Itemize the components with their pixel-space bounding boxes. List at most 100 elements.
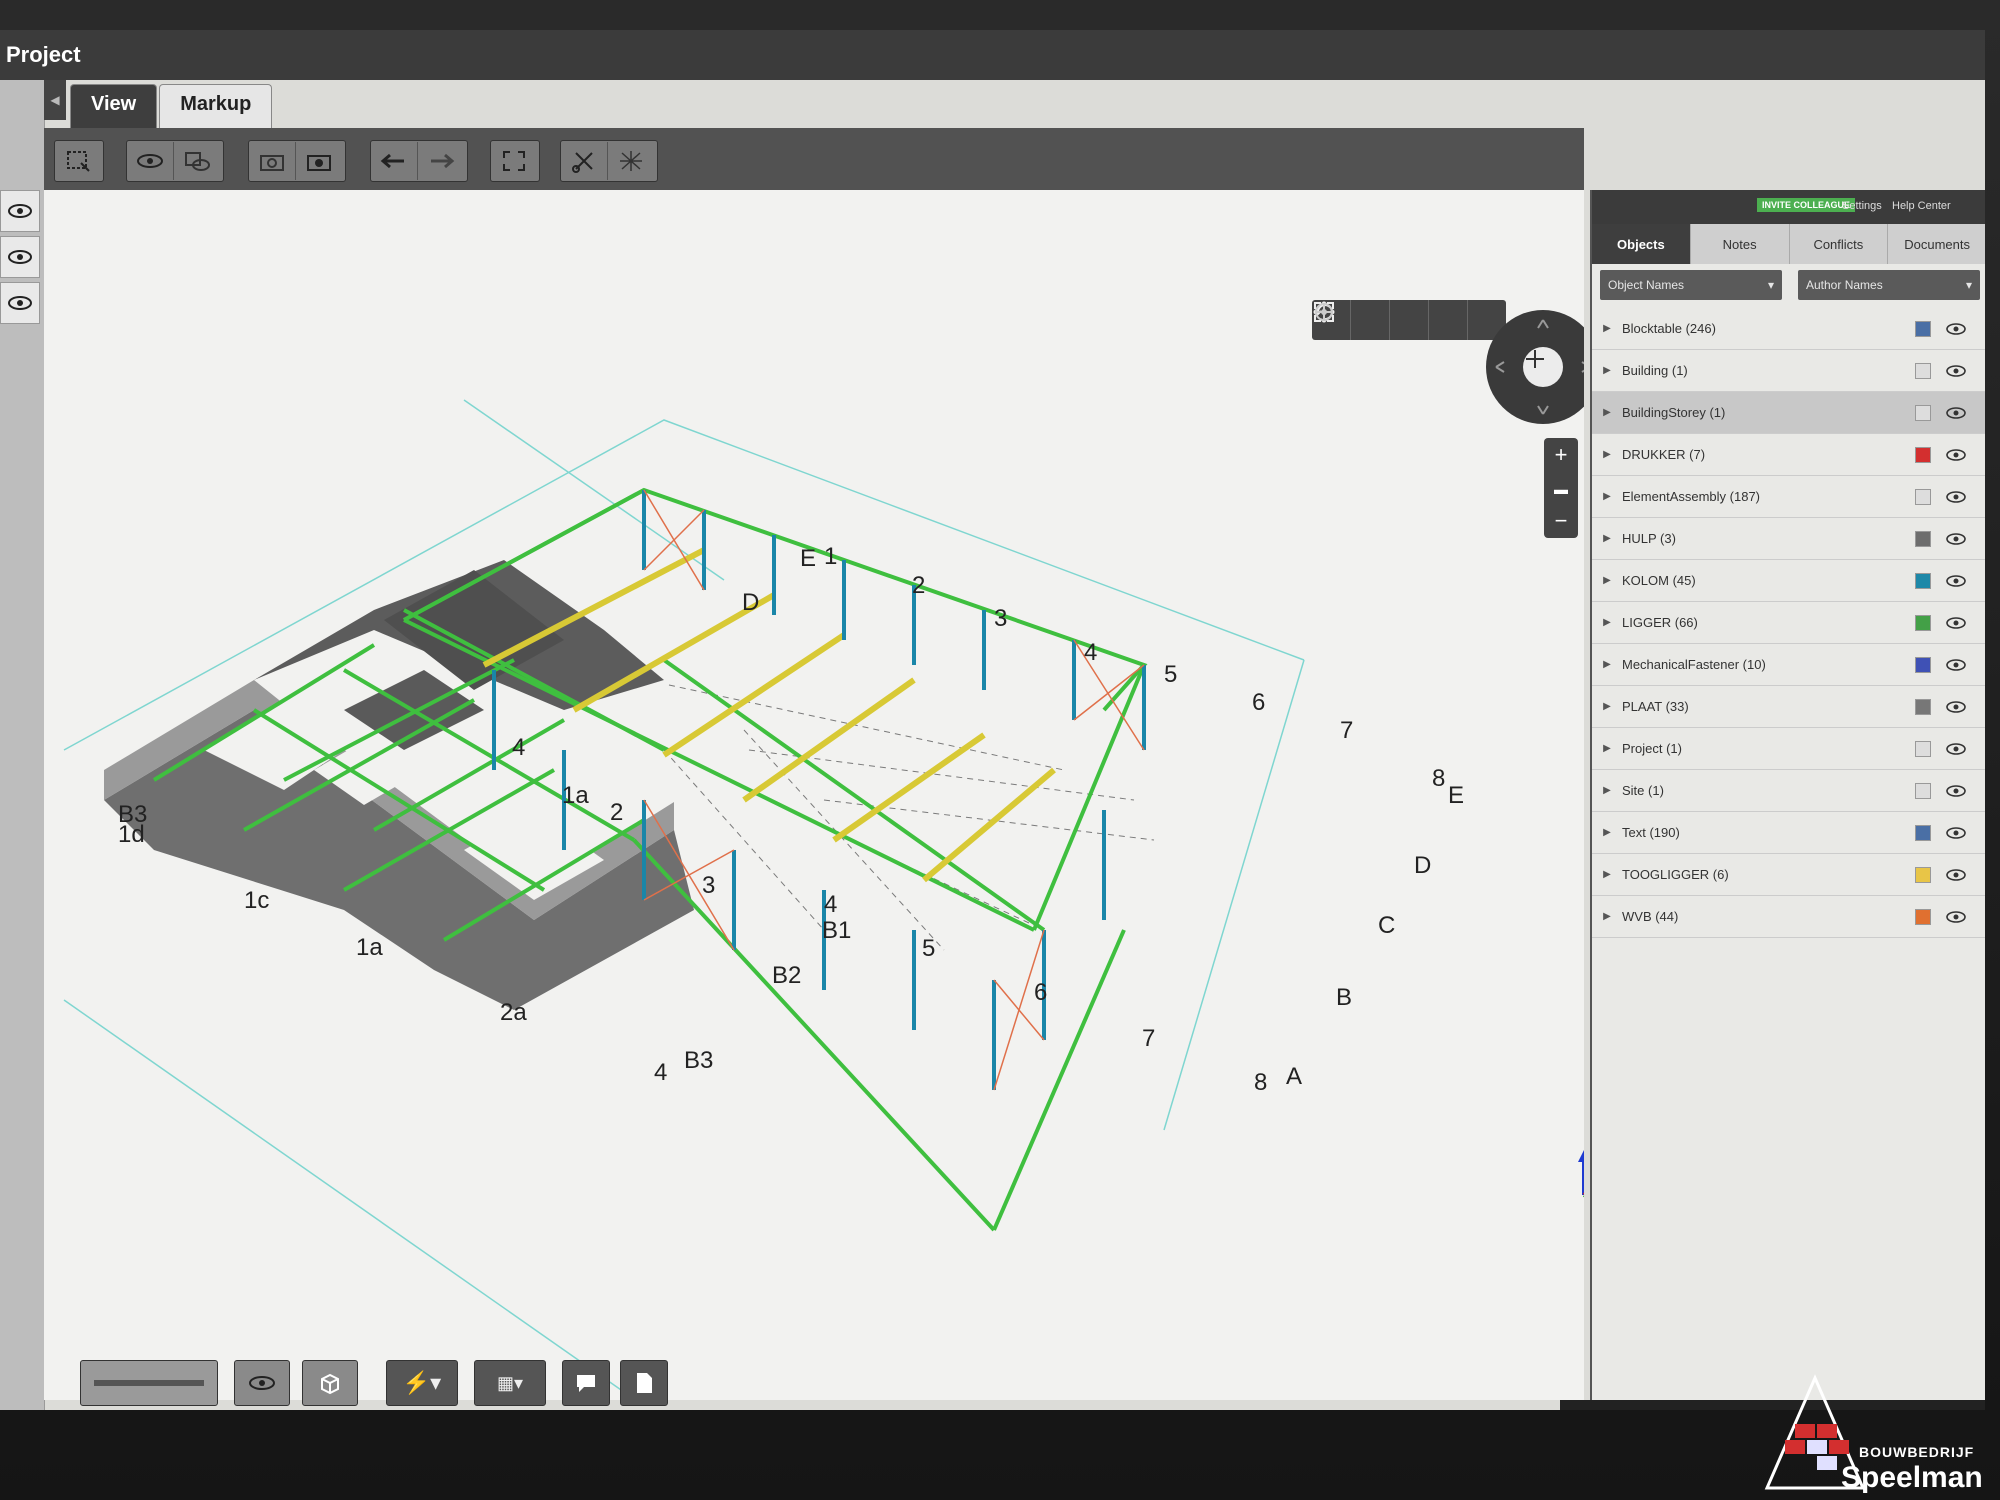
expand-caret-icon[interactable]: ▶ [1592,407,1622,418]
list-item[interactable]: ▶ PLAAT (33) [1592,686,1985,728]
expand-caret-icon[interactable]: ▶ [1592,533,1622,544]
undo-icon[interactable] [371,142,418,180]
expand-caret-icon[interactable]: ▶ [1592,323,1622,334]
eye-icon[interactable] [234,1360,290,1406]
move-icon[interactable] [1316,300,1429,340]
list-item[interactable]: ▶ HULP (3) [1592,518,1985,560]
list-item[interactable]: ▶ Blocktable (246) [1592,308,1985,350]
color-swatch[interactable] [1915,698,1931,715]
tab-objects[interactable]: Objects [1592,224,1691,264]
visibility-eye-icon[interactable] [1945,784,1967,798]
tab-notes[interactable]: Notes [1691,224,1790,264]
color-swatch[interactable] [1915,320,1931,337]
help-center-link[interactable]: Help Center [1892,200,1951,212]
color-swatch[interactable] [1915,824,1931,841]
list-item[interactable]: ▶ TOOGLIGGER (6) [1592,854,1985,896]
settings-link[interactable]: Settings [1842,200,1882,212]
tab-markup[interactable]: Markup [159,84,273,128]
list-item[interactable]: ▶ MechanicalFastener (10) [1592,644,1985,686]
expand-caret-icon[interactable]: ▶ [1592,365,1622,376]
author-names-dropdown[interactable]: Author Names ▾ [1798,270,1980,300]
pan-center-icon[interactable] [1523,347,1563,387]
expand-caret-icon[interactable]: ▶ [1592,869,1622,880]
model-canvas[interactable]: B3 1d 1c 1a 2a 4 B3 B2 4 B1 5 6 7 8 A B [44,190,1584,1400]
expand-caret-icon[interactable]: ▶ [1592,827,1622,838]
expand-caret-icon[interactable]: ▶ [1592,617,1622,628]
cut-plane-icon[interactable] [561,142,608,180]
list-item[interactable]: ▶ WVB (44) [1592,896,1985,938]
zoom-in-button[interactable]: + [1544,440,1578,470]
visibility-eye-icon[interactable] [1945,490,1967,504]
visibility-eye-icon[interactable] [1945,658,1967,672]
list-item[interactable]: ▶ KOLOM (45) [1592,560,1985,602]
color-swatch[interactable] [1915,488,1931,505]
explode-icon[interactable] [608,142,654,180]
color-swatch[interactable] [1915,908,1931,925]
color-swatch[interactable] [1915,446,1931,463]
pan-icon[interactable] [1313,300,1390,340]
tab-documents[interactable]: Documents [1888,224,1985,264]
invite-colleague-button[interactable]: INVITE COLLEAGUE [1757,198,1856,212]
lightning-dropdown-icon[interactable]: ⚡▾ [386,1360,458,1406]
layer-eye-icon[interactable] [0,236,40,278]
color-swatch[interactable] [1915,656,1931,673]
opacity-slider[interactable] [80,1360,218,1406]
expand-caret-icon[interactable]: ▶ [1592,491,1622,502]
visibility-eye-icon[interactable] [1945,910,1967,924]
layer-eye-icon[interactable] [0,190,40,232]
3d-viewport[interactable]: B3 1d 1c 1a 2a 4 B3 B2 4 B1 5 6 7 8 A B [44,190,1584,1400]
look-icon[interactable] [1315,300,1468,340]
color-swatch[interactable] [1915,740,1931,757]
isolate-icon[interactable] [174,142,220,180]
zoom-out-button[interactable]: − [1544,506,1578,536]
color-swatch[interactable] [1915,404,1931,421]
list-item[interactable]: ▶ DRUKKER (7) [1592,434,1985,476]
color-swatch[interactable] [1915,614,1931,631]
visibility-eye-icon[interactable] [1945,406,1967,420]
color-swatch[interactable] [1915,572,1931,589]
visibility-eye-icon[interactable] [1945,616,1967,630]
visibility-eye-icon[interactable] [1945,364,1967,378]
list-item[interactable]: ▶ Text (190) [1592,812,1985,854]
visibility-eye-icon[interactable] [1945,700,1967,714]
expand-caret-icon[interactable]: ▶ [1592,743,1622,754]
color-swatch[interactable] [1915,362,1931,379]
expand-caret-icon[interactable]: ▶ [1592,575,1622,586]
expand-caret-icon[interactable]: ▶ [1592,911,1622,922]
list-item[interactable]: ▶ LIGGER (66) [1592,602,1985,644]
color-swatch[interactable] [1915,866,1931,883]
list-item[interactable]: ▶ BuildingStorey (1) [1592,392,1985,434]
expand-caret-icon[interactable]: ▶ [1592,785,1622,796]
zoom-slider[interactable]: ▬ [1544,474,1578,504]
visibility-eye-icon[interactable] [1945,532,1967,546]
redo-icon[interactable] [418,142,464,180]
comment-icon[interactable] [562,1360,610,1406]
visibility-eye-icon[interactable] [1945,868,1967,882]
document-icon[interactable] [620,1360,668,1406]
visibility-eye-icon[interactable] [1945,322,1967,336]
collapse-panel-button[interactable]: ◀ [44,80,66,120]
visibility-eye-icon[interactable] [1945,574,1967,588]
select-box-icon[interactable] [55,142,101,180]
visibility-eye-icon[interactable] [1945,742,1967,756]
tab-view[interactable]: View [70,84,158,128]
expand-caret-icon[interactable]: ▶ [1592,701,1622,712]
list-item[interactable]: ▶ Project (1) [1592,728,1985,770]
layer-eye-icon[interactable] [0,282,40,324]
mesh-dropdown-icon[interactable]: ▦▾ [474,1360,546,1406]
expand-caret-icon[interactable]: ▶ [1592,449,1622,460]
expand-caret-icon[interactable]: ▶ [1592,659,1622,670]
tab-conflicts[interactable]: Conflicts [1790,224,1889,264]
list-item[interactable]: ▶ Site (1) [1592,770,1985,812]
camera-icon[interactable] [249,142,296,180]
object-names-dropdown[interactable]: Object Names ▾ [1600,270,1782,300]
list-item[interactable]: ▶ Building (1) [1592,350,1985,392]
visibility-eye-icon[interactable] [1945,448,1967,462]
show-eye-icon[interactable] [127,142,174,180]
color-swatch[interactable] [1915,530,1931,547]
camera-eye-icon[interactable] [296,142,342,180]
cube-icon[interactable] [302,1360,358,1406]
list-item[interactable]: ▶ ElementAssembly (187) [1592,476,1985,518]
visibility-eye-icon[interactable] [1945,826,1967,840]
color-swatch[interactable] [1915,782,1931,799]
